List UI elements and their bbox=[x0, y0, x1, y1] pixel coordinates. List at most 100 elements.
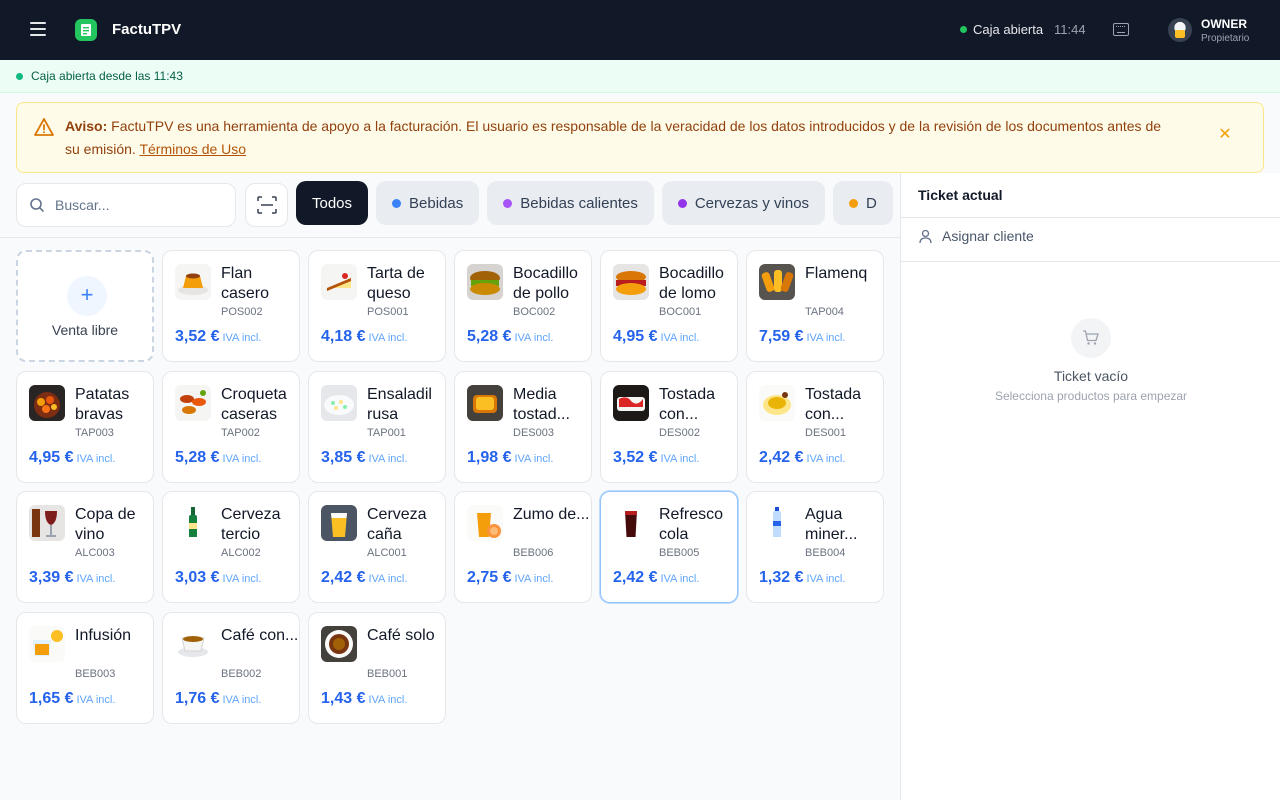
register-status-label: Caja abierta bbox=[973, 22, 1044, 37]
product-card[interactable]: Café con... BEB002 1,76 € IVA incl. bbox=[162, 611, 300, 724]
free-sale-label: Venta libre bbox=[51, 322, 119, 338]
menu-icon[interactable] bbox=[30, 22, 46, 36]
empty-ticket-title: Ticket vacío bbox=[1053, 368, 1129, 384]
product-name: Media tostad... bbox=[513, 385, 570, 423]
product-code: TAP001 bbox=[367, 426, 406, 439]
iva-label: IVA incl. bbox=[222, 693, 262, 706]
product-name: Patatas bravas bbox=[75, 385, 130, 423]
product-image bbox=[175, 384, 211, 421]
tab-2[interactable]: Bebidas calientes bbox=[487, 181, 654, 225]
iva-label: IVA incl. bbox=[222, 573, 262, 585]
product-card[interactable]: Flamenq TAP004 7,59 € IVA incl. bbox=[746, 250, 884, 362]
iva-label: IVA incl. bbox=[660, 452, 700, 465]
iva-label: IVA incl. bbox=[514, 573, 554, 585]
iva-label: IVA incl. bbox=[514, 452, 554, 465]
product-code: DES003 bbox=[513, 426, 554, 439]
product-code: BEB005 bbox=[659, 547, 700, 559]
search-icon bbox=[30, 198, 44, 212]
product-card[interactable]: Ensaladil rusa TAP001 3,85 € IVA incl. bbox=[308, 370, 446, 483]
avatar[interactable] bbox=[1168, 18, 1192, 42]
product-name: Café con... bbox=[221, 626, 299, 644]
assign-client-button[interactable]: Asignar cliente bbox=[918, 228, 1034, 244]
iva-label: IVA incl. bbox=[368, 452, 408, 465]
product-price-value: 1,98 € bbox=[467, 448, 512, 466]
close-icon[interactable]: ✕ bbox=[1217, 127, 1233, 143]
tab-1[interactable]: Bebidas bbox=[376, 181, 480, 225]
product-price-value: 1,76 € bbox=[175, 689, 220, 707]
ticket-panel: Ticket actual Asignar cliente Ticket vac… bbox=[900, 173, 1280, 800]
product-card[interactable]: Bocadillo de lomo BOC001 4,95 € IVA incl. bbox=[600, 250, 738, 362]
product-price-value: 1,65 € bbox=[29, 689, 74, 707]
product-name: Bocadillo de pollo bbox=[513, 265, 578, 302]
product-card[interactable]: Cerveza tercio ALC002 3,03 € IVA incl. bbox=[162, 491, 300, 603]
product-price: 4,95 € IVA incl. bbox=[613, 328, 699, 346]
product-image bbox=[613, 264, 649, 300]
product-price: 3,03 € IVA incl. bbox=[175, 569, 261, 587]
product-card[interactable]: Bocadillo de pollo BOC002 5,28 € IVA incl. bbox=[454, 250, 592, 362]
product-card[interactable]: Copa de vino ALC003 3,39 € IVA incl. bbox=[16, 491, 154, 603]
product-code: BEB002 bbox=[221, 667, 262, 680]
clock: 11:44 bbox=[1054, 22, 1086, 37]
product-card[interactable]: Media tostad... DES003 1,98 € IVA incl. bbox=[454, 370, 592, 483]
product-name: Tostada con... bbox=[659, 385, 716, 423]
user-name[interactable]: OWNER bbox=[1201, 17, 1247, 31]
product-card[interactable]: Café solo BEB001 1,43 € IVA incl. bbox=[308, 611, 446, 724]
product-code: DES001 bbox=[805, 426, 846, 439]
search-input[interactable] bbox=[55, 197, 215, 213]
product-price-value: 2,75 € bbox=[467, 569, 512, 586]
product-price-value: 2,42 € bbox=[759, 448, 804, 466]
product-card[interactable]: Patatas bravas TAP003 4,95 € IVA incl. bbox=[16, 370, 154, 483]
iva-label: IVA incl. bbox=[806, 452, 846, 465]
product-card[interactable]: Infusión BEB003 1,65 € IVA incl. bbox=[16, 611, 154, 724]
product-image bbox=[175, 505, 211, 541]
product-name: Flan casero bbox=[221, 265, 270, 302]
product-price-value: 4,95 € bbox=[29, 448, 74, 466]
free-sale-button[interactable]: + Venta libre bbox=[16, 250, 154, 362]
product-code: POS002 bbox=[221, 306, 263, 318]
product-card[interactable]: Tarta de queso POS001 4,18 € IVA incl. bbox=[308, 250, 446, 362]
product-card[interactable]: Flan casero POS002 3,52 € IVA incl. bbox=[162, 250, 300, 362]
product-image bbox=[759, 505, 795, 541]
status-dot-icon bbox=[16, 72, 23, 80]
product-code: POS001 bbox=[367, 306, 409, 318]
product-card[interactable]: Tostada con... DES002 3,52 € IVA incl. bbox=[600, 370, 738, 483]
product-image bbox=[759, 264, 795, 300]
search-box[interactable] bbox=[16, 183, 236, 227]
barcode-scan-button[interactable] bbox=[245, 183, 288, 227]
tab-4[interactable]: D bbox=[833, 181, 893, 225]
tab-0[interactable]: Todos bbox=[296, 181, 369, 225]
product-code: ALC002 bbox=[221, 547, 261, 559]
iva-label: IVA incl. bbox=[514, 332, 554, 344]
product-price: 3,52 € IVA incl. bbox=[613, 449, 699, 467]
product-price-value: 4,18 € bbox=[321, 328, 366, 345]
terms-link[interactable]: Términos de Uso bbox=[139, 141, 246, 157]
product-card[interactable]: Tostada con... DES001 2,42 € IVA incl. bbox=[746, 370, 884, 483]
product-price: 2,42 € IVA incl. bbox=[759, 449, 845, 467]
iva-label: IVA incl. bbox=[76, 573, 116, 585]
assign-client-label: Asignar cliente bbox=[942, 228, 1034, 244]
tab-3[interactable]: Cervezas y vinos bbox=[661, 181, 826, 225]
product-card[interactable]: Croqueta caseras TAP002 5,28 € IVA incl. bbox=[162, 370, 300, 483]
product-code: BEB006 bbox=[513, 547, 554, 559]
product-price: 1,76 € IVA incl. bbox=[175, 690, 261, 708]
product-name: Zumo de... bbox=[513, 506, 590, 523]
product-card[interactable]: Cerveza caña ALC001 2,42 € IVA incl. bbox=[308, 491, 446, 603]
product-image bbox=[29, 505, 65, 541]
product-image bbox=[321, 264, 357, 300]
keyboard-icon[interactable] bbox=[1113, 23, 1129, 36]
empty-ticket-subtitle: Selecciona productos para empezar bbox=[994, 389, 1188, 403]
product-image bbox=[175, 264, 211, 300]
product-name: Infusión bbox=[75, 626, 132, 644]
product-price: 1,98 € IVA incl. bbox=[467, 449, 553, 467]
product-code: BEB004 bbox=[805, 547, 846, 559]
product-card[interactable]: Zumo de... BEB006 2,75 € IVA incl. bbox=[454, 491, 592, 603]
iva-label: IVA incl. bbox=[76, 693, 116, 706]
product-name: Agua miner... bbox=[805, 506, 858, 543]
product-card[interactable]: Refresco cola BEB005 2,42 € IVA incl. bbox=[600, 491, 738, 603]
product-price-value: 3,03 € bbox=[175, 569, 220, 586]
tab-label: Bebidas calientes bbox=[520, 194, 638, 212]
product-price: 7,59 € IVA incl. bbox=[759, 328, 845, 346]
product-name: Copa de vino bbox=[75, 506, 136, 543]
product-price-value: 5,28 € bbox=[175, 448, 220, 466]
product-card[interactable]: Agua miner... BEB004 1,32 € IVA incl. bbox=[746, 491, 884, 603]
